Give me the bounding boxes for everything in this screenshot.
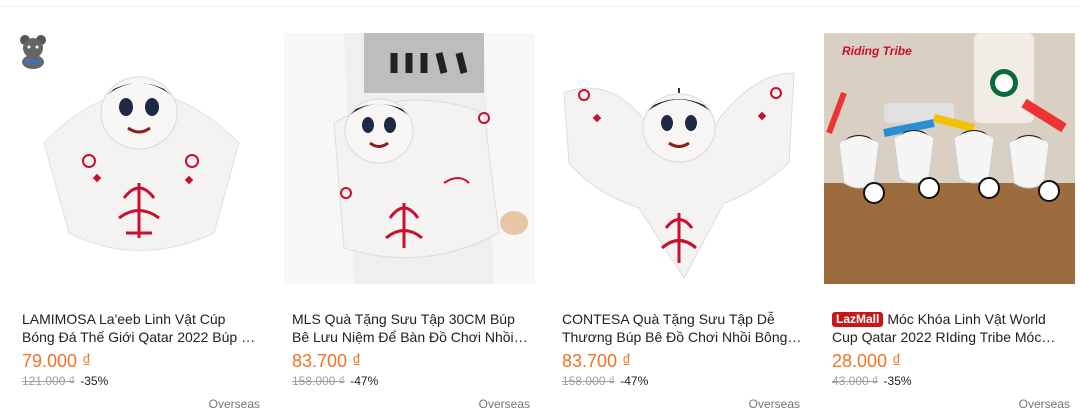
location-label: Overseas bbox=[208, 397, 260, 411]
discount-badge: -47% bbox=[350, 374, 379, 388]
original-price: 121.000 ₫ bbox=[22, 374, 75, 388]
product-title[interactable]: LazMall Móc Khóa Linh Vật World Cup Qatar… bbox=[832, 310, 1072, 346]
lazmall-badge: LazMall bbox=[832, 312, 884, 327]
product-image[interactable]: Riding Tribe bbox=[824, 33, 1075, 284]
location-label: Overseas bbox=[1018, 397, 1070, 411]
price-info: 158.000 ₫ -47% bbox=[562, 374, 648, 389]
price-info: 43.000 ₫ -35% bbox=[832, 374, 912, 389]
laeeb-mascot-held-image bbox=[284, 33, 535, 284]
brand-watermark: Riding Tribe bbox=[842, 44, 912, 58]
original-price: 158.000 ₫ bbox=[562, 374, 615, 388]
product-price: 83.700 ₫ bbox=[292, 351, 362, 371]
product-image[interactable] bbox=[284, 33, 535, 284]
location-label: Overseas bbox=[748, 397, 800, 411]
product-price: 79.000 ₫ bbox=[22, 351, 92, 371]
original-price: 43.000 ₫ bbox=[832, 374, 879, 388]
keychain-mascots-image: Riding Tribe bbox=[824, 33, 1075, 284]
discount-badge: -35% bbox=[80, 374, 109, 388]
price-info: 121.000 ₫ -35% bbox=[22, 374, 108, 389]
product-card[interactable]: MLS Quà Tặng Sưu Tập 30CM Búp Bê Lưu Niệ… bbox=[270, 0, 540, 419]
bear-badge-icon bbox=[20, 35, 46, 69]
product-title[interactable]: LAMIMOSA La'eeb Linh Vật Cúp Bóng Đá Thế… bbox=[22, 310, 262, 346]
discount-badge: -35% bbox=[883, 374, 912, 388]
product-card[interactable]: CONTESA Quà Tặng Sưu Tập Dễ Thương Búp B… bbox=[540, 0, 810, 419]
product-title[interactable]: CONTESA Quà Tặng Sưu Tập Dễ Thương Búp B… bbox=[562, 310, 802, 346]
price-info: 158.000 ₫ -47% bbox=[292, 374, 378, 389]
product-grid: LAMIMOSA La'eeb Linh Vật Cúp Bóng Đá Thế… bbox=[0, 0, 1080, 419]
product-card[interactable]: Riding Tribe LazMall Móc Khóa Linh Vật Wo… bbox=[810, 0, 1080, 419]
product-price: 83.700 ₫ bbox=[562, 351, 632, 371]
product-price: 28.000 ₫ bbox=[832, 351, 902, 371]
location-label: Overseas bbox=[478, 397, 530, 411]
product-image[interactable] bbox=[14, 33, 265, 284]
product-image[interactable] bbox=[554, 33, 805, 284]
laeeb-mascot-plush-image bbox=[14, 33, 265, 284]
product-card[interactable]: LAMIMOSA La'eeb Linh Vật Cúp Bóng Đá Thế… bbox=[0, 0, 270, 419]
laeeb-mascot-spread-image bbox=[554, 33, 805, 284]
original-price: 158.000 ₫ bbox=[292, 374, 345, 388]
discount-badge: -47% bbox=[620, 374, 649, 388]
product-title[interactable]: MLS Quà Tặng Sưu Tập 30CM Búp Bê Lưu Niệ… bbox=[292, 310, 532, 346]
